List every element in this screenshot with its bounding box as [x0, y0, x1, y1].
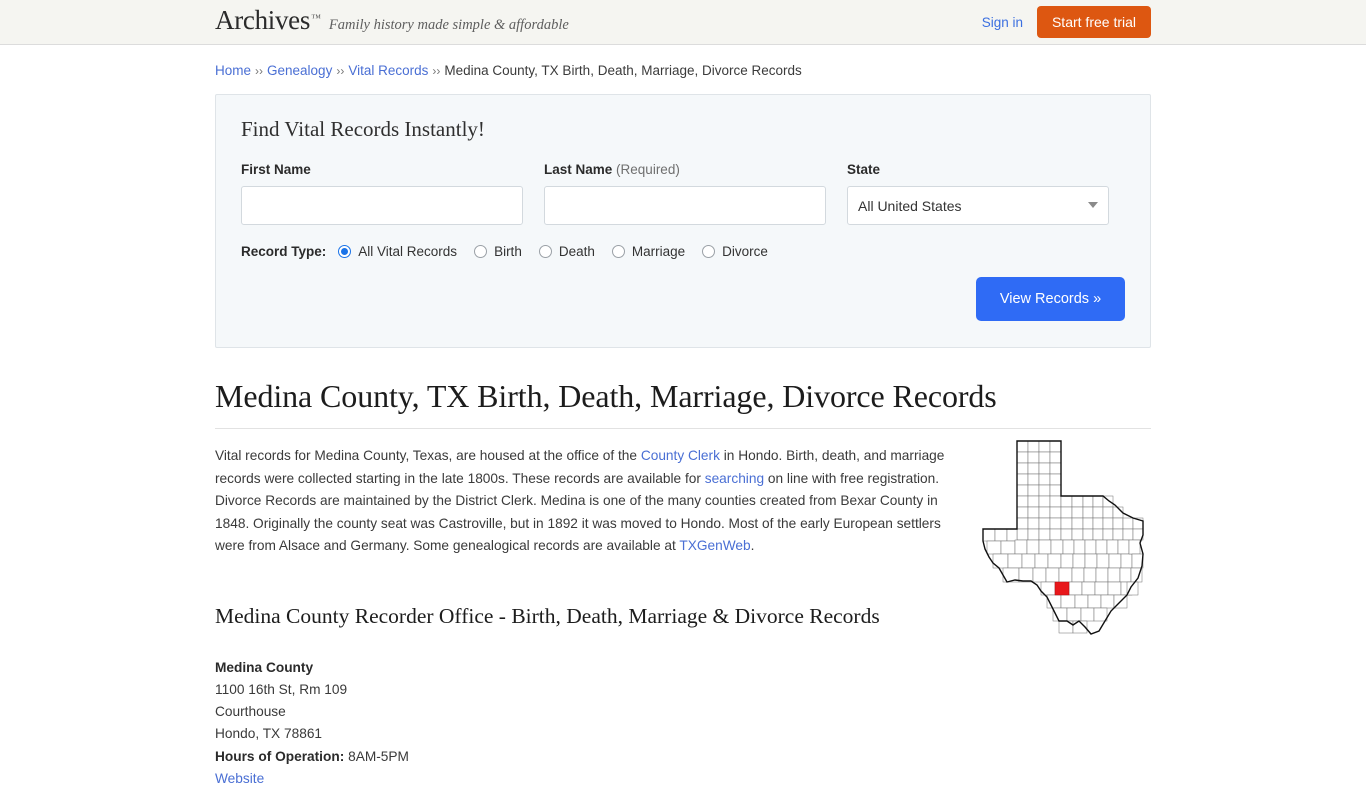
title-divider — [215, 428, 1151, 429]
breadcrumb-separator: ›› — [336, 64, 344, 78]
paragraph-part-4: . — [751, 538, 755, 553]
county-clerk-link[interactable]: County Clerk — [641, 448, 720, 463]
address-organization: Medina County — [215, 657, 1151, 679]
page-title: Medina County, TX Birth, Death, Marriage… — [215, 378, 1151, 415]
hours-value: 8AM-5PM — [348, 749, 409, 764]
radio-label-divorce: Divorce — [722, 244, 768, 259]
state-select-wrapper: All United States — [847, 186, 1109, 225]
view-records-button[interactable]: View Records » — [976, 277, 1125, 321]
state-field-group: State All United States — [847, 162, 1109, 225]
texas-county-map — [959, 435, 1159, 640]
search-panel-title: Find Vital Records Instantly! — [241, 117, 1125, 142]
searching-link[interactable]: searching — [705, 471, 764, 486]
site-logo[interactable]: Archives ™ Family history made simple & … — [215, 7, 569, 34]
radio-label-marriage: Marriage — [632, 244, 685, 259]
radio-divorce[interactable]: Divorce — [702, 244, 768, 259]
county-description-paragraph: Vital records for Medina County, Texas, … — [215, 445, 950, 558]
record-type-label: Record Type: — [241, 244, 326, 259]
start-free-trial-button[interactable]: Start free trial — [1037, 6, 1151, 38]
last-name-input[interactable] — [544, 186, 826, 225]
address-city-state-zip: Hondo, TX 78861 — [215, 723, 1151, 745]
vital-records-search-panel: Find Vital Records Instantly! First Name… — [215, 94, 1151, 348]
last-name-label-text: Last Name — [544, 162, 612, 177]
breadcrumb-item-current: Medina County, TX Birth, Death, Marriage… — [444, 63, 801, 78]
first-name-input[interactable] — [241, 186, 523, 225]
radio-birth[interactable]: Birth — [474, 244, 522, 259]
radio-all-vital-records[interactable]: All Vital Records — [338, 244, 457, 259]
last-name-label: Last Name (Required) — [544, 162, 826, 177]
radio-label-all-vital-records: All Vital Records — [358, 244, 457, 259]
address-website-row: Website — [215, 768, 1151, 790]
radio-label-birth: Birth — [494, 244, 522, 259]
radio-marriage[interactable]: Marriage — [612, 244, 685, 259]
first-name-label: First Name — [241, 162, 523, 177]
breadcrumb-item-vital-records[interactable]: Vital Records — [348, 63, 428, 78]
breadcrumb: Home ›› Genealogy ›› Vital Records ›› Medina C… — [215, 45, 1151, 78]
medina-county-highlight — [1055, 582, 1069, 595]
header-actions: Sign in Start free trial — [982, 0, 1151, 44]
logo-text: Archives — [215, 7, 310, 34]
radio-icon-death[interactable] — [539, 245, 552, 258]
address-street: 1100 16th St, Rm 109 — [215, 679, 1151, 701]
radio-icon-marriage[interactable] — [612, 245, 625, 258]
paragraph-part-1: Vital records for Medina County, Texas, … — [215, 448, 641, 463]
content-area: Vital records for Medina County, Texas, … — [215, 445, 1151, 790]
texas-map-svg — [959, 435, 1159, 640]
state-label: State — [847, 162, 1109, 177]
breadcrumb-separator: ›› — [432, 64, 440, 78]
radio-icon-all-vital-records[interactable] — [338, 245, 351, 258]
search-fields-row: First Name Last Name (Required) State Al… — [241, 162, 1125, 225]
record-type-row: Record Type: All Vital Records Birth Dea… — [241, 244, 1125, 259]
recorder-office-address: Medina County 1100 16th St, Rm 109 Court… — [215, 657, 1151, 790]
last-name-required-note: (Required) — [616, 162, 680, 177]
address-building: Courthouse — [215, 701, 1151, 723]
txgenweb-link[interactable]: TXGenWeb — [679, 538, 750, 553]
last-name-field-group: Last Name (Required) — [544, 162, 826, 225]
hours-label: Hours of Operation: — [215, 749, 344, 764]
address-hours: Hours of Operation: 8AM-5PM — [215, 746, 1151, 768]
submit-row: View Records » — [241, 277, 1125, 321]
breadcrumb-item-home[interactable]: Home — [215, 63, 251, 78]
site-header: Archives ™ Family history made simple & … — [0, 0, 1366, 45]
radio-icon-birth[interactable] — [474, 245, 487, 258]
radio-label-death: Death — [559, 244, 595, 259]
trademark-icon: ™ — [311, 13, 321, 24]
logo-tagline: Family history made simple & affordable — [329, 17, 569, 34]
website-link[interactable]: Website — [215, 771, 264, 786]
breadcrumb-separator: ›› — [255, 64, 263, 78]
radio-death[interactable]: Death — [539, 244, 595, 259]
state-select[interactable]: All United States — [847, 186, 1109, 225]
radio-icon-divorce[interactable] — [702, 245, 715, 258]
first-name-field-group: First Name — [241, 162, 523, 225]
sign-in-link[interactable]: Sign in — [982, 15, 1023, 30]
breadcrumb-item-genealogy[interactable]: Genealogy — [267, 63, 332, 78]
